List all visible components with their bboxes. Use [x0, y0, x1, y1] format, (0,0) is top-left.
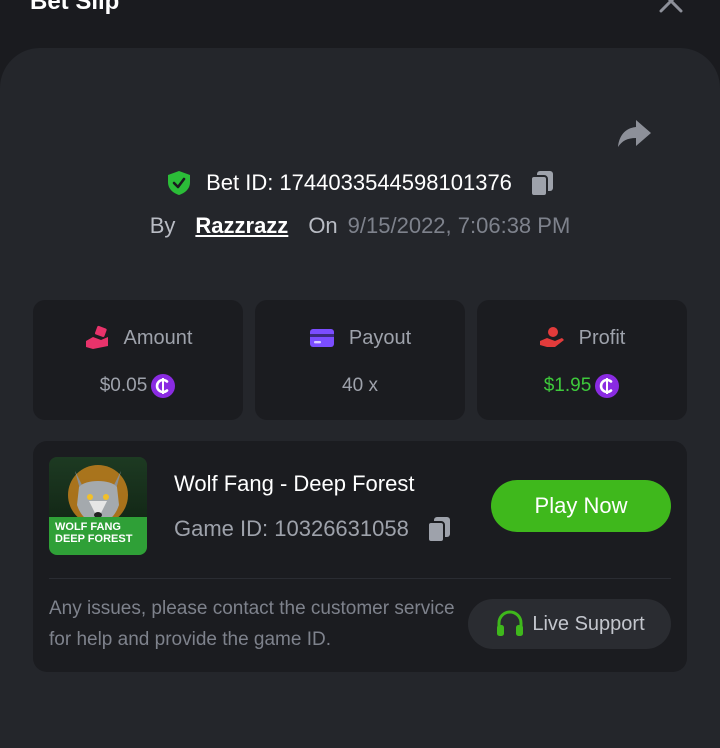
bet-hand-icon — [85, 325, 108, 349]
on-label: On — [308, 213, 338, 238]
live-support-button[interactable]: Live Support — [468, 599, 671, 649]
thumb-title-line2: DEEP FOREST — [55, 533, 133, 545]
amount-card: Amount $0.05 — [33, 300, 243, 420]
share-icon[interactable] — [614, 114, 654, 154]
bet-meta-row: By Razzrazz On 9/15/2022, 7:06:38 PM — [0, 210, 720, 242]
bet-date: 9/15/2022, 7:06:38 PM — [347, 213, 571, 238]
money-hand-icon — [539, 327, 564, 347]
by-label: By — [149, 213, 176, 238]
copy-icon[interactable] — [528, 169, 556, 197]
help-text: Any issues, please contact the customer … — [49, 598, 455, 650]
payout-card: Payout 40 x — [255, 300, 465, 420]
shield-check-icon — [168, 171, 191, 195]
close-icon[interactable] — [656, 0, 686, 16]
payout-value: 40 x — [342, 375, 378, 396]
page-title: Bet Slip — [30, 0, 120, 15]
bet-id-row: Bet ID: 1744033544598101376 — [0, 166, 720, 200]
divider — [49, 578, 671, 579]
play-now-button[interactable]: Play Now — [491, 480, 671, 532]
thumb-title-line1: WOLF FANG — [55, 521, 121, 533]
username-link[interactable]: Razzrazz — [195, 213, 288, 239]
card-icon — [309, 329, 334, 347]
header-bar: Bet Slip — [0, 0, 720, 48]
copy-icon[interactable] — [425, 515, 453, 543]
coin-icon — [151, 374, 176, 398]
coin-icon — [595, 374, 620, 398]
live-support-label: Live Support — [532, 612, 645, 635]
game-id: Game ID: 10326631058 — [174, 516, 409, 541]
headset-icon — [497, 610, 524, 636]
profit-value: $1.95 — [543, 375, 592, 396]
game-id-row: Game ID: 10326631058 — [174, 513, 453, 545]
bet-id: Bet ID: 1744033544598101376 — [206, 170, 512, 195]
game-thumbnail[interactable]: WOLF FANG DEEP FOREST — [49, 457, 147, 555]
amount-label: Amount — [123, 326, 193, 349]
payout-label: Payout — [348, 326, 412, 349]
profit-label: Profit — [578, 326, 626, 349]
game-name: Wolf Fang - Deep Forest — [174, 471, 415, 496]
amount-value: $0.05 — [99, 375, 148, 396]
game-card: WOLF FANG DEEP FOREST Wolf Fang - Deep F… — [33, 441, 687, 672]
profit-card: Profit $1.95 — [477, 300, 687, 420]
